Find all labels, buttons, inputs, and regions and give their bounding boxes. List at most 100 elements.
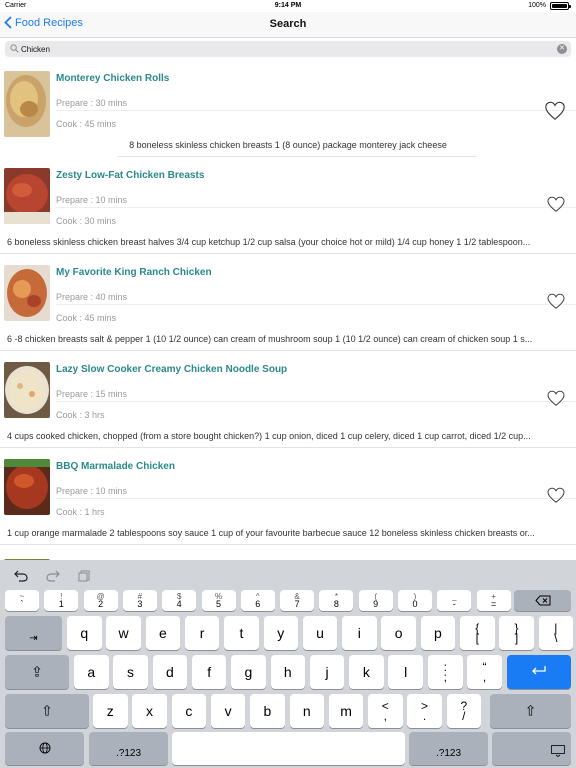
divider	[56, 401, 576, 402]
recipe-ingredients: 6 boneless skinless chicken breast halve…	[7, 237, 531, 247]
key-v[interactable]: v	[210, 694, 246, 728]
recipe-title: Monterey Chicken Rolls	[56, 73, 170, 84]
key-w[interactable]: w	[106, 616, 141, 650]
left-shift-key[interactable]: ⇧	[5, 694, 89, 728]
backspace-key[interactable]	[514, 590, 571, 611]
recipe-thumbnail	[4, 265, 50, 321]
cook-time: Cook : 3 hrs	[56, 410, 105, 420]
recipe-row[interactable]: Zesty Low-Fat Chicken Breasts Prepare : …	[0, 157, 576, 254]
key-?[interactable]: ? /	[446, 694, 482, 728]
favorite-heart-icon[interactable]	[546, 293, 566, 314]
key-i[interactable]: i	[342, 616, 377, 650]
key-5[interactable]: % 5	[201, 590, 236, 611]
key-3[interactable]: #3	[122, 590, 157, 611]
key-z[interactable]: z	[93, 694, 128, 728]
prepare-time: Prepare : 30 mins	[56, 98, 128, 108]
divider	[56, 110, 576, 111]
key-p[interactable]: p	[420, 616, 456, 650]
key-9[interactable]: (9	[358, 590, 393, 611]
globe-key[interactable]	[5, 732, 84, 765]
dismiss-keyboard-key[interactable]	[492, 732, 571, 765]
tab-key[interactable]: ⇥	[5, 616, 62, 650]
key-1[interactable]: ! 1	[44, 590, 79, 611]
prepare-time: Prepare : 15 mins	[56, 389, 128, 399]
recipe-row[interactable]: My Favorite King Ranch Chicken Prepare :…	[0, 254, 576, 351]
key-o[interactable]: o	[381, 616, 416, 650]
key-<[interactable]: <,	[368, 694, 403, 728]
key-6[interactable]: ^ 6	[240, 590, 275, 611]
shift-icon: ⇧	[524, 702, 537, 719]
key-4[interactable]: $4	[162, 590, 197, 611]
key->[interactable]: >.	[407, 694, 442, 728]
search-input[interactable]	[21, 42, 541, 56]
key-x[interactable]: x	[132, 694, 167, 728]
numbers-key[interactable]: .?123	[89, 732, 168, 765]
battery-icon	[550, 2, 571, 10]
cook-time: Cook : 30 mins	[56, 216, 117, 226]
favorite-heart-icon[interactable]	[546, 196, 566, 217]
recipe-title: BBQ Marmalade Chicken	[56, 461, 175, 472]
favorite-heart-icon[interactable]	[546, 487, 566, 508]
key-][interactable]: }]	[499, 616, 534, 650]
clear-search-icon[interactable]: ✕	[557, 44, 567, 54]
key-u[interactable]: u	[302, 616, 338, 650]
key-t[interactable]: t	[224, 616, 259, 650]
space-bar[interactable]	[172, 732, 405, 765]
right-shift-key[interactable]: ⇧	[490, 694, 571, 728]
divider	[56, 304, 576, 305]
key-=[interactable]: + =	[476, 590, 511, 611]
key-f[interactable]: f	[191, 655, 227, 689]
favorite-heart-icon[interactable]	[546, 390, 566, 411]
divider	[56, 207, 576, 208]
prepare-time: Prepare : 10 mins	[56, 486, 128, 496]
key-n[interactable]: n	[289, 694, 324, 728]
key-b[interactable]: b	[250, 694, 285, 728]
key-d[interactable]: d	[152, 655, 188, 689]
onscreen-keyboard: ~ `! 1 @2 #3 $4% 5 ^ 6 & 7 * 8(9) 0 _ - + = ⇥ q w e r t y u i o p{[}…	[0, 560, 576, 768]
return-key[interactable]	[507, 655, 571, 689]
key--[interactable]: _ -	[437, 590, 472, 611]
key-`[interactable]: ~ `	[5, 590, 39, 611]
recipe-thumbnail	[4, 459, 50, 515]
recipe-title: My Favorite King Ranch Chicken	[56, 267, 212, 278]
key-h[interactable]: h	[270, 655, 305, 689]
key-y[interactable]: y	[263, 616, 298, 650]
shift-icon: ⇧	[41, 702, 53, 719]
key-g[interactable]: g	[231, 655, 266, 689]
key-,[interactable]: “,	[467, 655, 502, 689]
paste-icon[interactable]	[78, 569, 90, 587]
favorite-heart-icon[interactable]	[544, 100, 566, 127]
key-7[interactable]: & 7	[280, 590, 315, 611]
key-0[interactable]: ) 0	[398, 590, 432, 611]
recipe-row[interactable]: Monterey Chicken Rolls Prepare : 30 mins…	[0, 60, 576, 157]
backspace-icon	[514, 593, 571, 609]
key-m[interactable]: m	[328, 694, 364, 728]
recipe-row[interactable]: Lazy Slow Cooker Creamy Chicken Noodle S…	[0, 351, 576, 448]
key-8[interactable]: * 8	[319, 590, 354, 611]
key-;[interactable]: :;	[428, 655, 463, 689]
prepare-time: Prepare : 10 mins	[56, 195, 128, 205]
key-l[interactable]: l	[388, 655, 423, 689]
key-k[interactable]: k	[349, 655, 384, 689]
numbers-key[interactable]: .?123	[409, 732, 488, 765]
key-r[interactable]: r	[184, 616, 220, 650]
key-2[interactable]: @2	[83, 590, 118, 611]
key-q[interactable]: q	[67, 616, 102, 650]
tab-icon: ⇥	[29, 633, 38, 644]
undo-icon[interactable]	[14, 569, 28, 587]
redo-icon[interactable]	[46, 569, 60, 587]
page-title: Search	[269, 18, 307, 30]
caps-lock-key[interactable]: ⇪	[5, 655, 69, 689]
recipe-ingredients: 4 cups cooked chicken, chopped (from a s…	[7, 431, 531, 441]
key-e[interactable]: e	[145, 616, 181, 650]
key-c[interactable]: c	[171, 694, 207, 728]
recipe-row[interactable]: BBQ Marmalade Chicken Prepare : 10 mins …	[0, 448, 576, 545]
key-a[interactable]: a	[74, 655, 109, 689]
recipe-row[interactable]	[0, 545, 576, 560]
battery-percent: 100%	[528, 2, 546, 9]
divider	[56, 498, 576, 499]
key-[[interactable]: {[	[460, 616, 495, 650]
key-\[interactable]: | \	[538, 616, 574, 650]
key-s[interactable]: s	[113, 655, 148, 689]
key-j[interactable]: j	[309, 655, 345, 689]
